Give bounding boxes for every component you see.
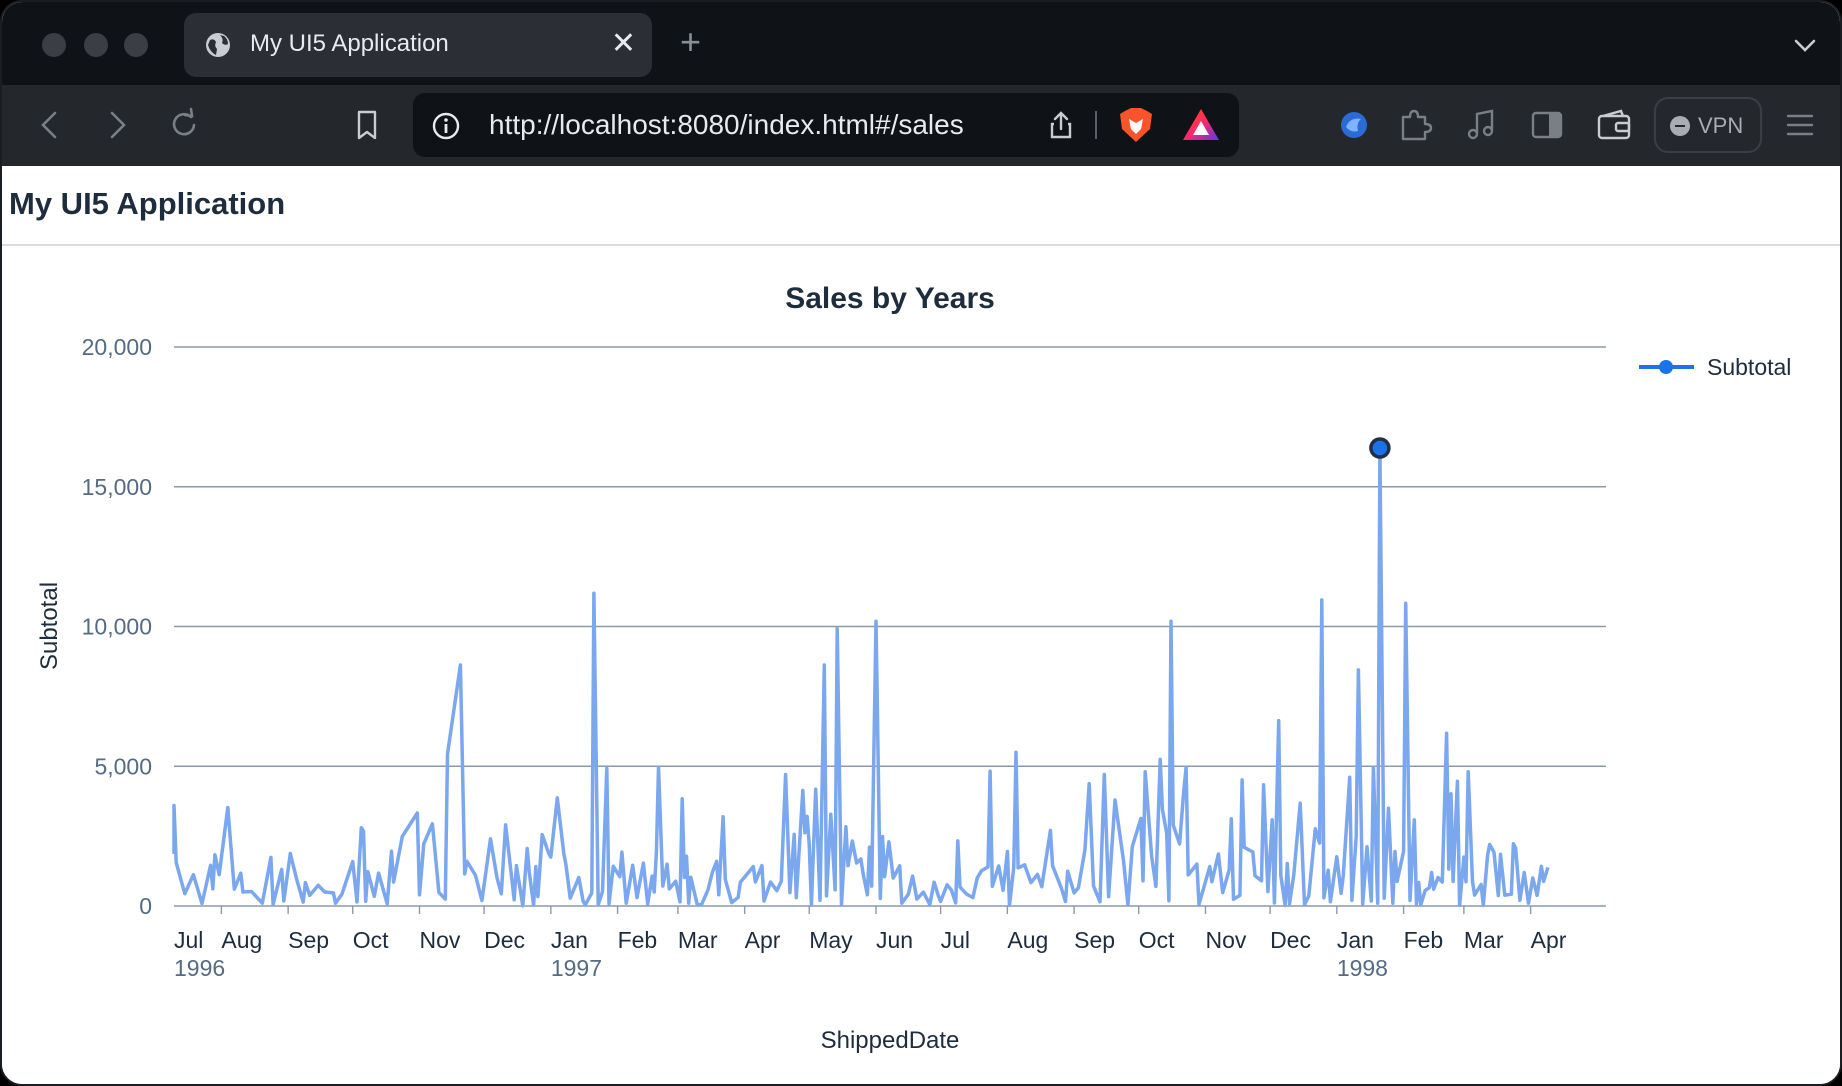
- chart-series: [172, 446, 1550, 908]
- x-tick-year-label: 1998: [1337, 955, 1388, 981]
- x-tick-label: Dec: [484, 927, 525, 953]
- chart-container: Sales by Years 0 5,000 10,000 15,000 20,000 …: [2, 248, 1842, 1086]
- x-tick-label: Dec: [1270, 927, 1311, 953]
- x-tick-label: Oct: [1139, 927, 1175, 953]
- browser-window: My UI5 Application ✕ + http://localhost:…: [0, 0, 1842, 1086]
- sidebar-toggle-icon[interactable]: [1527, 105, 1567, 145]
- address-bar[interactable]: http://localhost:8080/index.html#/sales: [413, 93, 1239, 157]
- x-tick-label: Mar: [1464, 927, 1504, 953]
- x-tick-label: Jul: [941, 927, 970, 953]
- x-tick-label: Jul: [174, 927, 203, 953]
- reload-icon[interactable]: [164, 105, 204, 145]
- x-tick-label: Feb: [1404, 927, 1444, 953]
- vpn-button[interactable]: VPN: [1654, 97, 1762, 153]
- chart-highlight: [1369, 437, 1391, 459]
- sales-line-chart[interactable]: Sales by Years 05,00010,00015,00020,000 …: [2, 248, 1842, 1086]
- y-tick-label: 15,000: [82, 474, 152, 500]
- media-icon[interactable]: [1461, 105, 1501, 145]
- browser-toolbar: http://localhost:8080/index.html#/sales: [2, 85, 1840, 166]
- x-tick-label: May: [809, 927, 853, 953]
- vpn-status-icon: [1670, 116, 1690, 136]
- y-tick-label: 0: [139, 893, 152, 919]
- x-tick-label: Nov: [1205, 927, 1246, 953]
- legend-dot-marker: [1659, 360, 1673, 374]
- window-close-dot[interactable]: [42, 33, 66, 57]
- y-tick-label: 5,000: [94, 753, 152, 779]
- chevron-down-icon[interactable]: [1790, 30, 1820, 60]
- x-tick-label: Aug: [221, 927, 262, 953]
- sync-icon[interactable]: [1334, 105, 1374, 145]
- y-axis-title: Subtotal: [36, 582, 63, 670]
- page-title: My UI5 Application: [9, 186, 286, 221]
- x-axis: Jul1996Aug Sep Oct Nov Dec Jan1997Feb Mar Apr Ma…: [174, 906, 1567, 981]
- extensions-icon[interactable]: [1395, 105, 1435, 145]
- app-header: My UI5 Application: [2, 166, 1840, 246]
- bookmark-icon[interactable]: [347, 105, 387, 145]
- chart-title: Sales by Years: [785, 282, 995, 315]
- tab-active[interactable]: My UI5 Application ✕: [184, 13, 652, 77]
- tab-close-icon[interactable]: ✕: [611, 27, 636, 61]
- x-tick-label: Sep: [1074, 927, 1115, 953]
- x-tick-label: Oct: [353, 927, 389, 953]
- x-tick-year-label: 1997: [551, 955, 602, 981]
- x-tick-label: Feb: [618, 927, 658, 953]
- x-tick-label: Jan: [551, 927, 588, 953]
- window-zoom-dot[interactable]: [124, 33, 148, 57]
- highlighted-data-point: [1369, 437, 1391, 459]
- url-text[interactable]: http://localhost:8080/index.html#/sales: [489, 109, 964, 141]
- tab-strip: My UI5 Application ✕ +: [2, 2, 1840, 85]
- x-tick-label: Sep: [288, 927, 329, 953]
- menu-icon[interactable]: [1780, 105, 1820, 145]
- series-line-subtotal: [172, 446, 1550, 908]
- x-axis-title: ShippedDate: [821, 1027, 960, 1054]
- wallet-icon[interactable]: [1594, 105, 1634, 145]
- tab-title: My UI5 Application: [250, 30, 449, 57]
- x-tick-label: Jun: [876, 927, 913, 953]
- window-minimize-dot[interactable]: [84, 33, 108, 57]
- x-tick-label: Apr: [745, 927, 781, 953]
- vpn-label: VPN: [1698, 113, 1744, 138]
- chart-gridlines: [174, 346, 1606, 907]
- share-icon[interactable]: [1045, 109, 1077, 141]
- x-tick-label: Jan: [1337, 927, 1374, 953]
- chart-legend[interactable]: Subtotal: [1639, 354, 1791, 380]
- brave-rewards-icon[interactable]: [1181, 107, 1221, 143]
- url-divider: [1095, 111, 1097, 139]
- x-tick-label: Apr: [1531, 927, 1567, 953]
- new-tab-icon[interactable]: +: [680, 22, 701, 62]
- x-tick-label: Mar: [678, 927, 718, 953]
- forward-icon[interactable]: [97, 105, 137, 145]
- brave-shields-icon[interactable]: [1117, 105, 1155, 145]
- y-tick-label: 20,000: [82, 334, 152, 360]
- globe-icon: [206, 33, 230, 57]
- x-tick-label: Aug: [1007, 927, 1048, 953]
- x-tick-year-label: 1996: [174, 955, 225, 981]
- site-info-icon[interactable]: [431, 111, 461, 141]
- legend-label: Subtotal: [1707, 354, 1791, 380]
- y-axis-ticks: 0 5,000 10,000 15,000 20,000: [82, 334, 152, 919]
- y-tick-label: 10,000: [82, 614, 152, 640]
- x-tick-label: Nov: [419, 927, 460, 953]
- back-icon[interactable]: [30, 105, 70, 145]
